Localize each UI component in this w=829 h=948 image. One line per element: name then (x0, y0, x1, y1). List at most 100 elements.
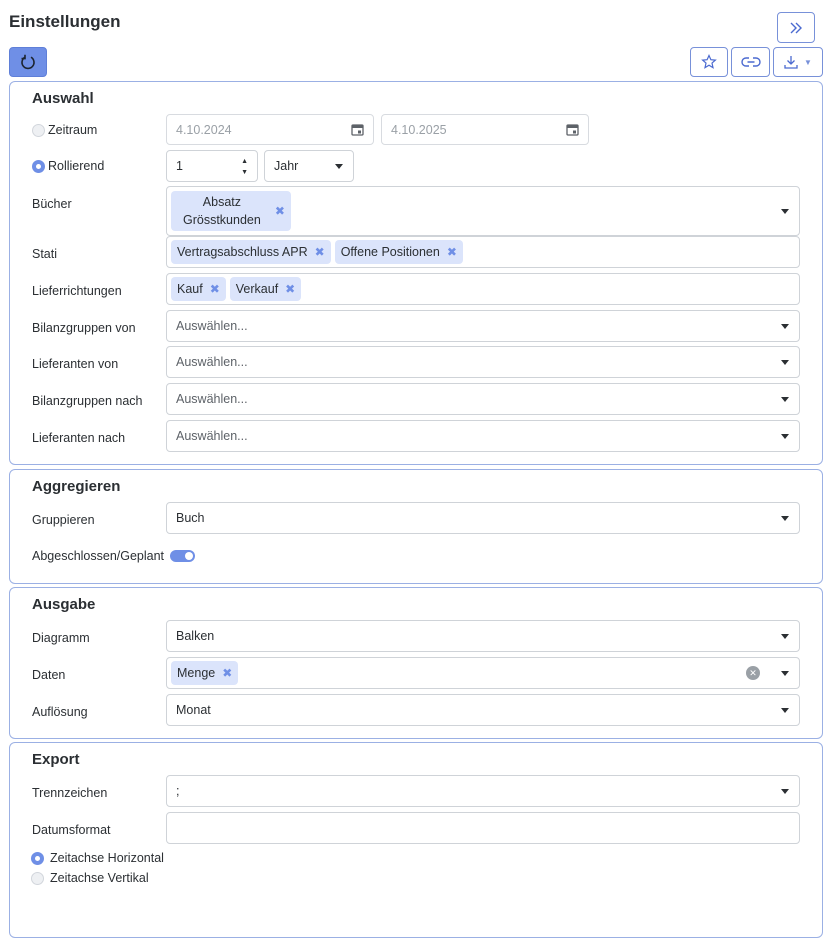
clear-icon[interactable]: ✕ (746, 666, 760, 680)
buecher-label: Bücher (32, 197, 72, 211)
double-chevron-right-icon (790, 22, 802, 33)
expand-button[interactable] (777, 12, 815, 43)
chevron-down-icon: ▼ (804, 57, 812, 67)
lieferanten-von-select[interactable]: Auswählen... (166, 346, 800, 378)
remove-chip-icon[interactable]: ✖ (315, 245, 325, 259)
daten-chip: Menge ✖ (171, 661, 239, 685)
remove-chip-icon[interactable]: ✖ (210, 282, 220, 296)
stati-select[interactable]: Vertragsabschluss APR ✖ Offene Positione… (166, 236, 800, 268)
chevron-down-icon (781, 708, 789, 713)
aufloesung-value: Monat (176, 703, 211, 717)
trennzeichen-value: ; (176, 784, 180, 798)
refresh-button[interactable] (9, 47, 47, 77)
trennzeichen-label: Trennzeichen (32, 786, 108, 800)
section-aggregieren: Aggregieren Gruppieren Buch Abgeschlosse… (9, 469, 823, 584)
rollierend-number-input[interactable]: 1 ▲ ▼ (166, 150, 258, 182)
download-icon (784, 56, 798, 69)
lieferanten-nach-placeholder: Auswählen... (176, 429, 248, 443)
remove-chip-icon[interactable]: ✖ (285, 282, 295, 296)
share-link-button[interactable] (731, 47, 770, 77)
chevron-down-icon (781, 209, 789, 214)
stepper-icon[interactable]: ▲ ▼ (241, 156, 248, 178)
aufloesung-label: Auflösung (32, 705, 88, 719)
daten-select[interactable]: Menge ✖ ✕ (166, 657, 800, 689)
lieferrichtungen-chip-label: Kauf (177, 282, 203, 296)
chevron-down-icon (781, 516, 789, 521)
rollierend-unit-value: Jahr (274, 159, 299, 173)
download-button[interactable]: ▼ (773, 47, 823, 77)
calendar-icon (351, 124, 364, 136)
page-title: Einstellungen (9, 12, 121, 31)
lieferanten-von-label: Lieferanten von (32, 357, 119, 371)
favorite-button[interactable] (690, 47, 728, 77)
gruppieren-label: Gruppieren (32, 513, 95, 527)
chevron-down-icon (781, 360, 789, 365)
rollierend-unit-select[interactable]: Jahr (264, 150, 354, 182)
section-title-ausgabe: Ausgabe (32, 596, 96, 613)
lieferanten-nach-label: Lieferanten nach (32, 431, 126, 445)
chevron-down-icon (781, 634, 789, 639)
diagramm-label: Diagramm (32, 631, 90, 645)
bilanzgruppen-nach-select[interactable]: Auswählen... (166, 383, 800, 415)
chevron-down-icon (781, 789, 789, 794)
buecher-chip-line1: Absatz (202, 195, 242, 209)
zeitraum-label: Zeitraum (48, 123, 98, 137)
stati-chip-label: Vertragsabschluss APR (177, 245, 308, 259)
remove-chip-icon[interactable]: ✖ (275, 204, 285, 218)
datumsformat-label: Datumsformat (32, 823, 111, 837)
stati-chip: Offene Positionen ✖ (334, 240, 463, 264)
bilanzgruppen-nach-placeholder: Auswählen... (176, 392, 248, 406)
aufloesung-select[interactable]: Monat (166, 694, 800, 726)
buecher-select[interactable]: Absatz Grösstkunden ✖ (166, 186, 800, 236)
refresh-icon (21, 54, 35, 70)
stati-chip: Vertragsabschluss APR ✖ (171, 240, 331, 264)
zeitraum-to-field[interactable]: 4.10.2025 (381, 114, 589, 145)
section-auswahl: Auswahl Zeitraum 4.10.2024 4.10.2025 Rol… (9, 81, 823, 465)
diagramm-select[interactable]: Balken (166, 620, 800, 652)
zeitraum-from-value: 4.10.2024 (176, 122, 232, 137)
datumsformat-input[interactable] (166, 812, 800, 844)
zeitachse-vertikal-label: Zeitachse Vertikal (50, 871, 149, 885)
lieferrichtungen-chip: Kauf ✖ (171, 277, 226, 301)
remove-chip-icon[interactable]: ✖ (222, 666, 232, 680)
buecher-chip-line2: Grösstkunden (183, 213, 261, 227)
bilanzgruppen-von-placeholder: Auswählen... (176, 319, 248, 333)
rollierend-number-value: 1 (176, 159, 183, 173)
buecher-chip-label: Absatz Grösstkunden (183, 193, 261, 229)
lieferrichtungen-label: Lieferrichtungen (32, 284, 122, 298)
gruppieren-select[interactable]: Buch (166, 502, 800, 534)
zeitraum-radio[interactable] (32, 124, 45, 137)
abgeschlossen-toggle[interactable] (170, 550, 195, 562)
section-title-auswahl: Auswahl (32, 90, 94, 107)
daten-chip-label: Menge (177, 666, 216, 680)
zeitachse-horizontal-label: Zeitachse Horizontal (50, 851, 164, 865)
bilanzgruppen-von-select[interactable]: Auswählen... (166, 310, 800, 342)
buecher-chip: Absatz Grösstkunden ✖ (171, 191, 291, 231)
zeitachse-horizontal-radio[interactable] (31, 852, 44, 865)
lieferrichtungen-chip: Verkauf ✖ (229, 277, 302, 301)
star-icon (701, 54, 717, 69)
lieferrichtungen-chip-label: Verkauf (235, 282, 279, 296)
gruppieren-value: Buch (176, 511, 205, 525)
lieferanten-nach-select[interactable]: Auswählen... (166, 420, 800, 452)
trennzeichen-select[interactable]: ; (166, 775, 800, 807)
chevron-down-icon (335, 164, 343, 169)
chevron-down-icon (781, 397, 789, 402)
stati-chip-label: Offene Positionen (340, 245, 440, 259)
calendar-icon (566, 124, 579, 136)
zeitraum-to-value: 4.10.2025 (391, 122, 447, 137)
bilanzgruppen-nach-label: Bilanzgruppen nach (32, 394, 143, 408)
section-title-export: Export (32, 751, 80, 768)
rollierend-radio[interactable] (32, 160, 45, 173)
lieferanten-von-placeholder: Auswählen... (176, 355, 248, 369)
chevron-down-icon (781, 434, 789, 439)
zeitachse-vertikal-radio[interactable] (31, 872, 44, 885)
remove-chip-icon[interactable]: ✖ (447, 245, 457, 259)
zeitraum-from-field[interactable]: 4.10.2024 (166, 114, 374, 145)
chevron-down-icon (781, 324, 789, 329)
section-export: Export Trennzeichen ; Datumsformat Zeita… (9, 742, 823, 938)
diagramm-value: Balken (176, 629, 215, 643)
lieferrichtungen-select[interactable]: Kauf ✖ Verkauf ✖ (166, 273, 800, 305)
link-icon (740, 57, 761, 67)
chevron-down-icon (781, 671, 789, 676)
